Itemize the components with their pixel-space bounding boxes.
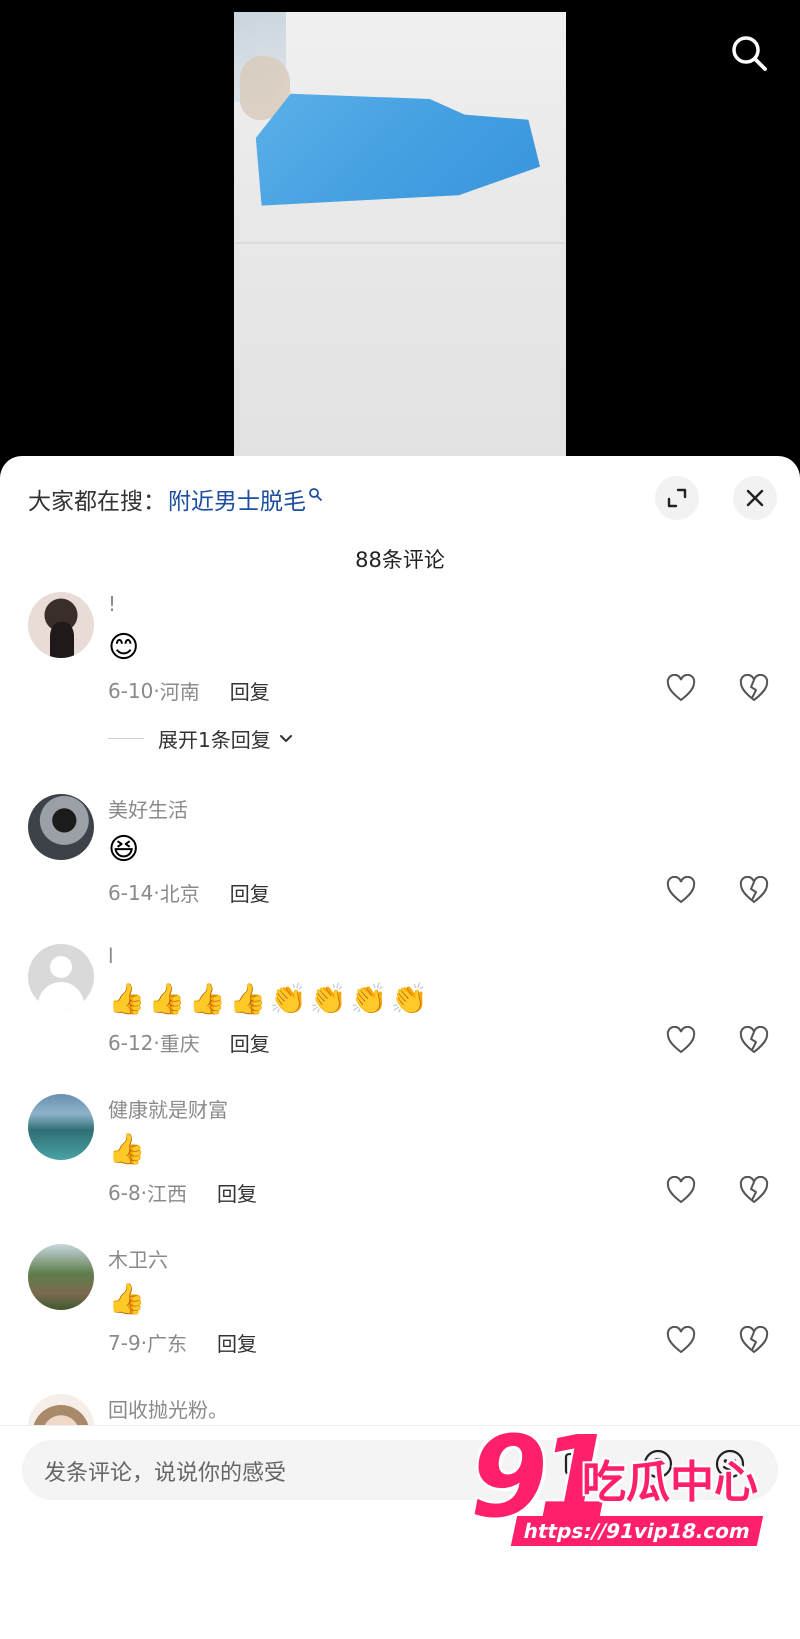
reply-button[interactable]: 回复: [230, 878, 270, 907]
comment-date: 6-14: [108, 880, 154, 905]
comment-date: 7-9: [108, 1330, 141, 1355]
comment-location: 广东: [147, 1332, 188, 1356]
thumbs-up-emoji: 👍: [108, 1282, 146, 1317]
comment-emoji-content: 👍: [108, 1132, 145, 1168]
thumbs-up-emoji: 👍: [188, 982, 227, 1017]
dislike-button[interactable]: [737, 1174, 771, 1206]
watermark-url: https://91vip18.com: [510, 1516, 764, 1546]
expand-divider-line: [108, 738, 144, 739]
comment-username[interactable]: l: [108, 944, 114, 968]
comment-username[interactable]: !: [108, 592, 116, 616]
clapping-emoji: 👏: [309, 982, 348, 1017]
thumbs-up-emoji: 👍: [229, 982, 267, 1017]
emoji: 😆: [108, 832, 140, 867]
expand-replies-button[interactable]: 展开1条回复: [108, 724, 293, 753]
like-button[interactable]: [664, 1024, 698, 1056]
comment-meta: 6-12 · 重庆 回复: [108, 1028, 270, 1057]
dislike-button[interactable]: [737, 1324, 771, 1356]
comment-meta: 6-10 · 河南 回复: [108, 676, 270, 705]
comment-item: ! 😊 6-10 · 河南 回复 展开1条回复: [0, 592, 800, 752]
expand-sheet-button[interactable]: [655, 476, 699, 520]
thumbs-up-emoji: 👍: [108, 1132, 146, 1167]
heart-icon: [666, 876, 696, 904]
comment-input-placeholder: 发条评论，说说你的感受: [44, 1461, 287, 1486]
broken-heart-icon: [739, 1176, 769, 1204]
search-button[interactable]: [726, 30, 772, 76]
reply-button[interactable]: 回复: [217, 1178, 257, 1207]
heart-icon: [666, 1326, 696, 1354]
comment-date: 6-8: [108, 1180, 141, 1205]
comment-meta: 6-14 · 北京 回复: [108, 878, 270, 907]
user-avatar[interactable]: [28, 794, 94, 860]
comment-date: 6-10: [108, 678, 154, 703]
comment-emoji-content: 😊: [108, 630, 139, 666]
comment-item: 健康就是财富 👍 6-8 · 江西 回复: [0, 1094, 800, 1214]
heart-icon: [666, 1026, 696, 1054]
hot-search-prefix: 大家都在搜：: [28, 489, 166, 515]
comment-location: 北京: [159, 882, 200, 906]
broken-heart-icon: [739, 1026, 769, 1054]
comment-username[interactable]: 健康就是财富: [108, 1094, 228, 1123]
reply-button[interactable]: 回复: [217, 1328, 257, 1357]
user-avatar[interactable]: [28, 1244, 94, 1310]
like-button[interactable]: [664, 1174, 698, 1206]
comment-count-title: 88条评论: [355, 548, 445, 572]
hot-search-term[interactable]: 附近男士脱毛: [168, 482, 306, 516]
like-button[interactable]: [664, 672, 698, 704]
clapping-emoji: 👏: [350, 982, 388, 1017]
comment-username[interactable]: 木卫六: [108, 1244, 168, 1273]
small-search-icon: [309, 488, 322, 501]
comment-meta: 7-9 · 广东 回复: [108, 1328, 257, 1357]
clapping-emoji: 👏: [269, 982, 307, 1017]
heart-icon: [666, 1176, 696, 1204]
dislike-button[interactable]: [737, 672, 771, 704]
user-avatar[interactable]: [28, 592, 94, 658]
broken-heart-icon: [739, 1326, 769, 1354]
expand-icon: [667, 488, 687, 508]
comment-item: 美好生活 😆 6-14 · 北京 回复: [0, 794, 800, 914]
dislike-button[interactable]: [737, 874, 771, 906]
broken-heart-icon: [739, 876, 769, 904]
comment-emoji-content: 😆: [108, 832, 139, 868]
search-icon: [732, 36, 767, 71]
thumbs-up-emoji: 👍: [108, 982, 146, 1017]
emoji: 😊: [108, 630, 140, 665]
close-icon: [746, 489, 764, 507]
reply-button[interactable]: 回复: [230, 676, 270, 705]
expand-replies-label: 展开1条回复: [158, 728, 271, 752]
chevron-down-icon: [279, 734, 292, 742]
comment-item: l 👍 👍 👍 👍 👏 👏 👏 👏 6-12 · 重庆 回复: [0, 944, 800, 1064]
video-player[interactable]: [0, 0, 800, 470]
dislike-button[interactable]: [737, 1024, 771, 1056]
clapping-emoji: 👏: [390, 982, 428, 1017]
hot-search-bar[interactable]: 大家都在搜： 附近男士脱毛: [28, 482, 322, 516]
thumbs-up-emoji: 👍: [148, 982, 186, 1017]
default-avatar[interactable]: [28, 944, 94, 1010]
avatar-head-shape: [50, 956, 72, 978]
comment-location: 江西: [147, 1182, 188, 1206]
video-sheet-crease: [234, 242, 566, 244]
site-watermark: 91 吃瓜中心 https://91vip18.com: [470, 1422, 788, 1568]
avatar-body-shape: [38, 982, 84, 1010]
comment-username[interactable]: 回收抛光粉。: [108, 1394, 228, 1423]
video-blue-cloth-shape: [255, 93, 540, 206]
comment-emoji-content: 👍: [108, 1282, 145, 1318]
video-thumbnail[interactable]: [234, 12, 566, 470]
broken-heart-icon: [739, 674, 769, 702]
heart-icon: [666, 674, 696, 702]
like-button[interactable]: [664, 874, 698, 906]
comment-item: 木卫六 👍 7-9 · 广东 回复: [0, 1244, 800, 1364]
reply-button[interactable]: 回复: [230, 1028, 270, 1057]
comment-date: 6-12: [108, 1030, 154, 1055]
user-avatar[interactable]: [28, 1094, 94, 1160]
like-button[interactable]: [664, 1324, 698, 1356]
comment-meta: 6-8 · 江西 回复: [108, 1178, 257, 1207]
comment-location: 河南: [159, 680, 200, 704]
comment-location: 重庆: [159, 1032, 200, 1056]
comment-username[interactable]: 美好生活: [108, 794, 188, 823]
watermark-logo-text: 吃瓜中心: [582, 1457, 758, 1508]
comment-emoji-content: 👍 👍 👍 👍 👏 👏 👏 👏: [108, 982, 428, 1018]
close-sheet-button[interactable]: [733, 476, 777, 520]
